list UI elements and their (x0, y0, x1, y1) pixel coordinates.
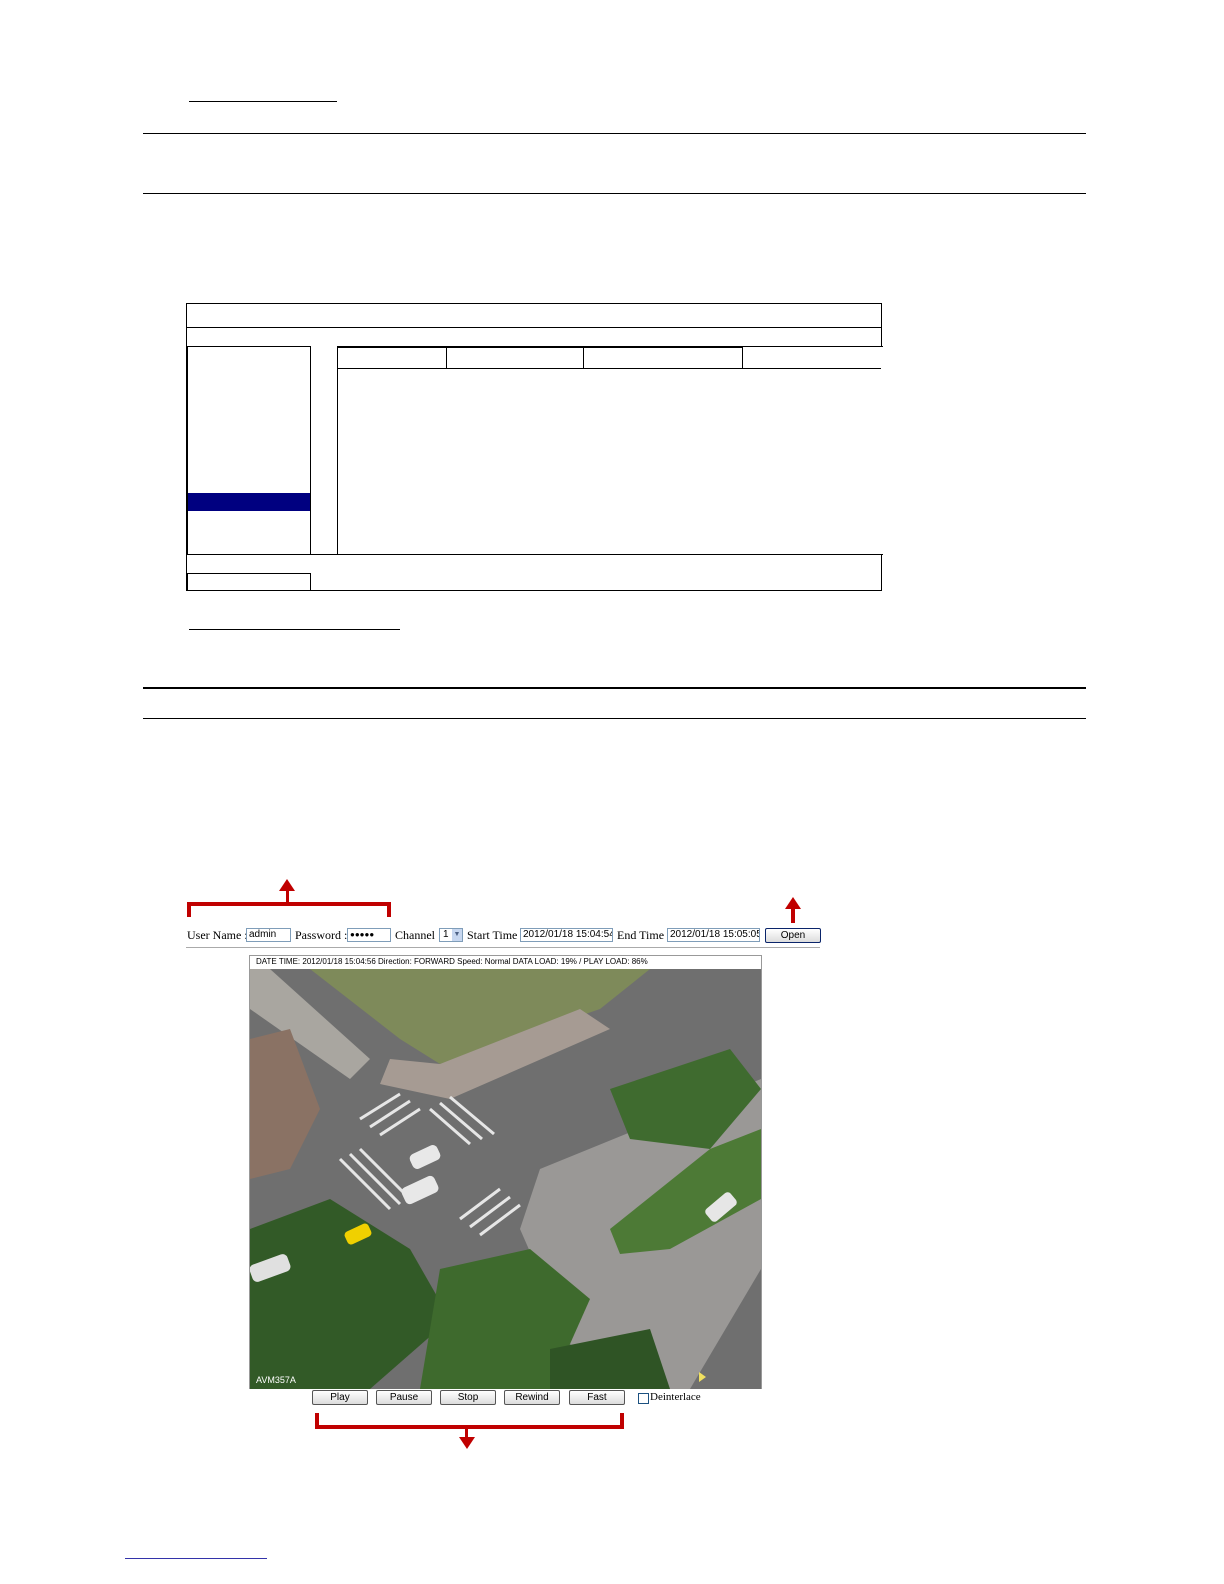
password-label: Password : (295, 928, 348, 942)
toolbar-separator (186, 947, 820, 948)
section-underline (189, 629, 400, 630)
start-time-label: Start Time : (467, 928, 524, 942)
user-name-label: User Name : (187, 928, 248, 942)
start-time-input[interactable]: 2012/01/18 15:04:54 (520, 928, 613, 942)
open-button[interactable]: Open (765, 928, 821, 943)
annotation-bracket-left (187, 902, 191, 917)
password-input[interactable]: ●●●●● (347, 928, 391, 942)
user-name-input[interactable]: admin (246, 928, 291, 942)
footer-divider (311, 554, 881, 555)
footer-underline (125, 1558, 267, 1559)
channel-value: 1 (443, 929, 449, 940)
annotation-bracket-bottom (315, 1425, 624, 1429)
status-line: DATE TIME: 2012/01/18 15:04:56 Direction… (256, 957, 648, 966)
channel-select[interactable]: 1 ▼ (439, 928, 463, 942)
title-bar-divider (187, 327, 881, 328)
menu-list-panel (187, 346, 311, 555)
annotation-bracket-top (187, 902, 391, 906)
content-panel (337, 346, 883, 555)
tab-bar-divider (337, 368, 881, 369)
play-button[interactable]: Play (312, 1390, 368, 1405)
fast-button[interactable]: Fast (569, 1390, 625, 1405)
menu-item-selected[interactable] (188, 493, 310, 511)
annotation-stem (791, 908, 795, 923)
end-time-label: End Time : (617, 928, 671, 942)
divider-rule (143, 193, 1086, 194)
deinterlace-label: Deinterlace (650, 1391, 701, 1403)
pause-button[interactable]: Pause (376, 1390, 432, 1405)
stop-button[interactable]: Stop (440, 1390, 496, 1405)
video-panel: DATE TIME: 2012/01/18 15:04:56 Direction… (249, 955, 762, 1389)
divider-rule (143, 718, 1086, 719)
camera-view (250, 969, 761, 1389)
tab-3[interactable] (583, 347, 743, 369)
channel-label: Channel : (395, 928, 442, 942)
chevron-down-icon[interactable]: ▼ (452, 929, 462, 941)
annotation-arrow-down-icon (459, 1437, 475, 1449)
footer-button-box[interactable] (187, 573, 311, 591)
end-time-input[interactable]: 2012/01/18 15:05:05 (667, 928, 760, 942)
divider-rule (143, 687, 1086, 689)
rewind-button[interactable]: Rewind (504, 1390, 560, 1405)
tab-1[interactable] (337, 347, 447, 369)
annotation-bracket-right (387, 902, 391, 917)
divider-rule (143, 133, 1086, 134)
header-underline (189, 101, 337, 102)
camera-label: AVM357A (256, 1375, 296, 1385)
tab-2[interactable] (446, 347, 584, 369)
deinterlace-checkbox[interactable] (638, 1393, 649, 1404)
settings-dialog-wireframe (186, 303, 883, 591)
